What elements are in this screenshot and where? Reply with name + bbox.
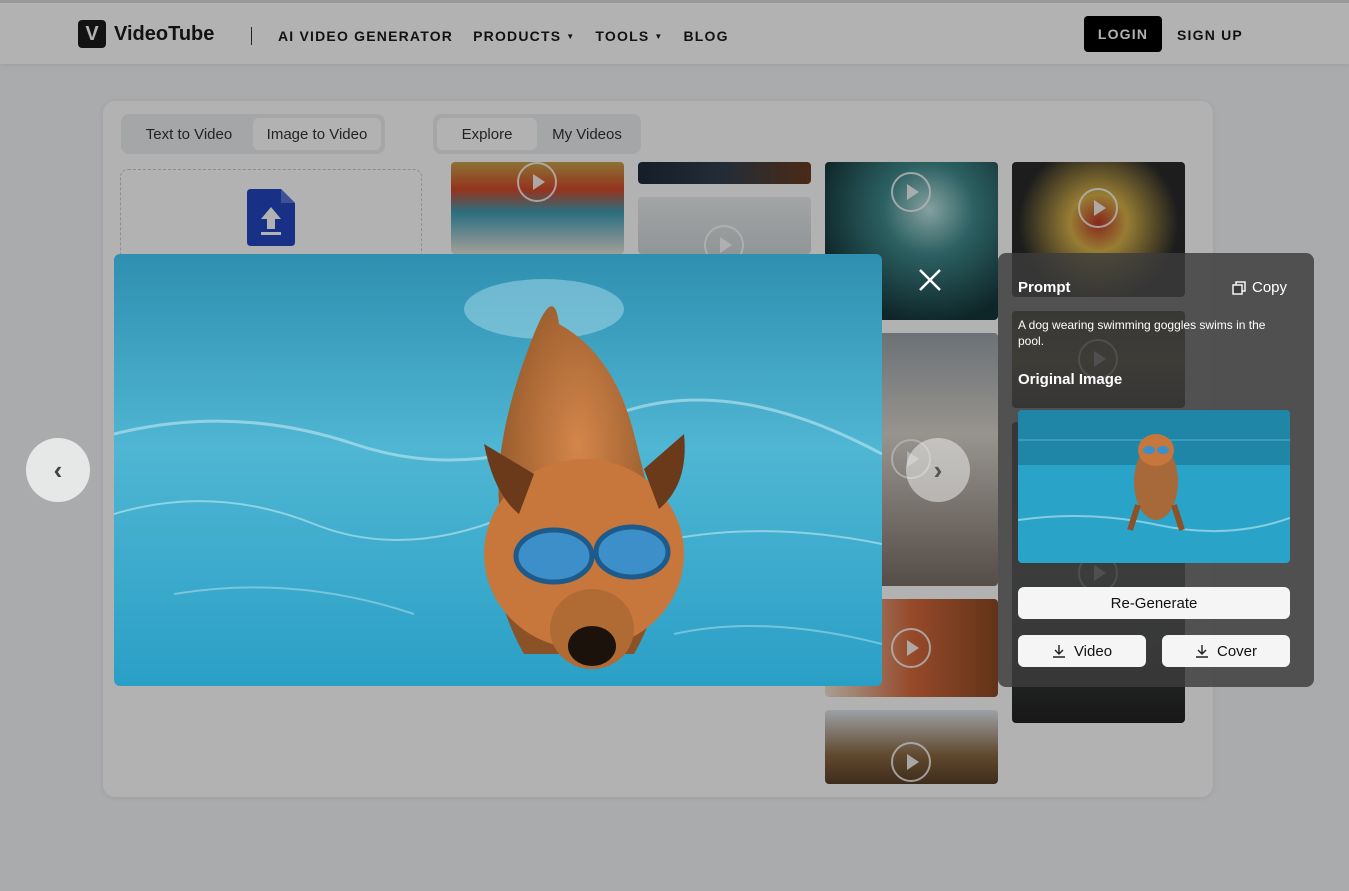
chevron-right-icon: ›: [933, 454, 943, 485]
download-cover-button[interactable]: Cover: [1162, 635, 1290, 667]
download-cover-label: Cover: [1216, 642, 1257, 660]
download-icon: [1195, 645, 1208, 658]
copy-icon: [1232, 280, 1246, 295]
copy-prompt-button[interactable]: Copy: [1232, 279, 1287, 296]
original-image-heading: Original Image: [1018, 371, 1123, 388]
prompt-text: A dog wearing swimming goggles swims in …: [1018, 318, 1266, 348]
download-video-button[interactable]: Video: [1018, 635, 1146, 667]
prompt-heading: Prompt: [1018, 279, 1071, 296]
original-image-dog-swimming: [1018, 410, 1290, 563]
original-image: [1018, 410, 1290, 563]
chevron-left-icon: ‹: [53, 454, 63, 485]
download-video-label: Video: [1073, 642, 1113, 660]
copy-label: Copy: [1252, 279, 1288, 296]
video-details-panel: Prompt Copy A dog wearing swimming goggl…: [998, 253, 1314, 687]
regenerate-button[interactable]: Re-Generate: [1018, 587, 1290, 619]
close-icon[interactable]: [915, 265, 945, 295]
video-player[interactable]: [114, 254, 882, 686]
video-frame-dog-swimming: [114, 254, 882, 686]
download-icon: [1052, 645, 1065, 658]
previous-video-button[interactable]: ‹: [26, 438, 90, 502]
next-video-button[interactable]: ›: [906, 438, 970, 502]
